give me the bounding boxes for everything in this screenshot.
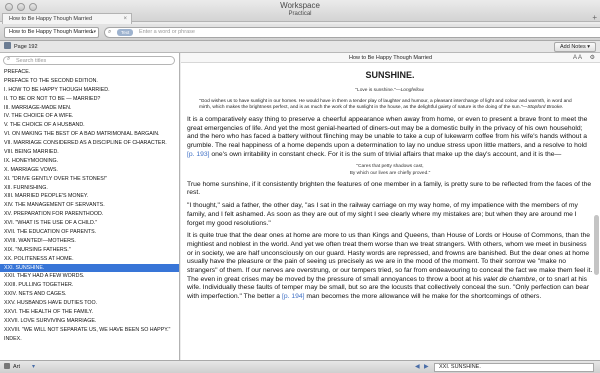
page-number: Page 192: [14, 44, 38, 50]
chapter-title: SUNSHINE.: [365, 70, 415, 80]
scrollbar-thumb[interactable]: [594, 215, 599, 275]
toc-item[interactable]: XIV. THE MANAGEMENT OF SERVANTS.: [0, 201, 179, 210]
toc-item[interactable]: XII. FURNISHING.: [0, 184, 179, 193]
paragraph-text: one's own irritability in constant check…: [211, 150, 562, 158]
search-placeholder: Enter a word or phrase: [139, 29, 195, 35]
toc-item[interactable]: I. HOW TO BE HAPPY THOUGH MARRIED.: [0, 86, 179, 95]
book-select[interactable]: How to Be Happy Though Married ▴▾: [4, 27, 99, 38]
toc-item[interactable]: VII. MARRIAGE CONSIDERED AS A DISCIPLINE…: [0, 139, 179, 148]
toc-item[interactable]: XV. PREPARATION FOR PARENTHOOD.: [0, 210, 179, 219]
reader-header: How to Be Happy Though Married A A ⚙: [181, 53, 600, 63]
toc-item[interactable]: XXV. HUSBANDS HAVE DUTIES TOO.: [0, 299, 179, 308]
verse-line: By which our lives are chiefly proved.": [349, 170, 431, 176]
epigraph-text: "Love is sunshine."—: [355, 88, 401, 93]
quote-text: "God wishes us to have sunlight in our h…: [199, 99, 572, 111]
toolbar: How to Be Happy Though Married ▴▾ ⌕ Text…: [0, 24, 600, 41]
page-icon: [4, 42, 11, 49]
chapter-text: SUNSHINE. "Love is sunshine."—Longfellow…: [187, 63, 593, 302]
toc-item[interactable]: XVI. "WHAT IS THE USE OF A CHILD.": [0, 219, 179, 228]
tab-close-icon[interactable]: ×: [123, 14, 127, 24]
page-link[interactable]: [p. 194]: [282, 293, 305, 300]
add-notes-button[interactable]: Add Notes ▾: [554, 42, 596, 52]
toc-item[interactable]: PREFACE.: [0, 68, 179, 77]
paragraph-1: It is a comparatively easy thing to pres…: [187, 116, 593, 160]
toc-item[interactable]: XXVI. THE HEALTH OF THE FAMILY.: [0, 308, 179, 317]
search-icon: ⌕: [7, 56, 11, 62]
toc-item[interactable]: XXVII. LOVE SURVIVING MARRIAGE.: [0, 317, 179, 326]
book-select-value: How to Be Happy Though Married: [9, 29, 93, 35]
toc-item[interactable]: III. MARRIAGE-MADE MEN.: [0, 104, 179, 113]
chevron-down-icon[interactable]: ▾: [32, 362, 35, 372]
add-tab-icon[interactable]: +: [592, 12, 597, 23]
toc-item[interactable]: VIII. BEING MARRIED.: [0, 148, 179, 157]
toc-item[interactable]: PREFACE TO THE SECOND EDITION.: [0, 77, 179, 86]
block-quote: "God wishes us to have sunlight in our h…: [199, 99, 581, 112]
toc-item[interactable]: XX. POLITENESS AT HOME.: [0, 255, 179, 264]
reader-pane: How to Be Happy Though Married A A ⚙ SUN…: [181, 53, 600, 360]
current-section-field[interactable]: XXI. SUNSHINE.: [434, 363, 594, 372]
next-section-button[interactable]: ▶: [424, 362, 429, 372]
font-size-button[interactable]: A A: [573, 53, 582, 63]
page-link[interactable]: [p. 193]: [187, 151, 210, 158]
search-input[interactable]: ⌕ Text Enter a word or phrase: [104, 27, 600, 38]
table-of-contents: PREFACE. PREFACE TO THE SECOND EDITION. I.…: [0, 68, 179, 344]
paragraph-2: True home sunshine, if it consistently b…: [187, 180, 592, 197]
previous-section-button[interactable]: ◀: [415, 362, 420, 372]
epigraph: "Love is sunshine."—Longfellow.: [187, 88, 593, 93]
italic-phrase: valet de chambre: [483, 275, 536, 283]
toc-item[interactable]: II. TO BE OR NOT TO BE — MARRIED?: [0, 95, 179, 104]
gear-icon[interactable]: ⚙: [590, 53, 595, 63]
toc-item[interactable]: X. MARRIAGE VOWS.: [0, 166, 179, 175]
title-search-placeholder: Search titles: [16, 58, 47, 64]
tab-label: How to Be Happy Though Married: [9, 16, 93, 22]
window-title: Workspace: [280, 1, 320, 10]
reader-book-title: How to Be Happy Though Married: [348, 55, 433, 61]
toc-item[interactable]: XXII. THEY HAD A FEW WORDS.: [0, 272, 179, 281]
paragraph-3: "I thought," said a father, the other da…: [187, 202, 578, 227]
chevron-updown-icon: ▴▾: [90, 29, 96, 35]
tab-bar: How to Be Happy Though Married × +: [0, 12, 600, 24]
paragraph-text: It is a comparatively easy thing to pres…: [187, 115, 588, 149]
toc-item[interactable]: XI. "DRIVE GENTLY OVER THE STONES!": [0, 175, 179, 184]
tab-book[interactable]: How to Be Happy Though Married ×: [2, 13, 132, 24]
toc-item[interactable]: XXI. SUNSHINE.: [0, 263, 179, 273]
toc-item[interactable]: XXVIII. "WE WILL NOT SEPARATE US, WE HAV…: [0, 326, 179, 335]
art-label: Art: [13, 364, 21, 370]
sidebar: ⌕ Search titles PREFACE. PREFACE TO THE S…: [0, 53, 180, 360]
search-scope-token[interactable]: Text: [117, 29, 134, 36]
epigraph-author: Longfellow.: [400, 88, 425, 93]
toc-item[interactable]: V. THE CHOICE OF A HUSBAND.: [0, 121, 179, 130]
workspace-window: Workspace Practical How to Be Happy Thou…: [0, 0, 600, 373]
toc-item[interactable]: XIII. MARRIED PEOPLE'S MONEY.: [0, 192, 179, 201]
toc-item[interactable]: IX. HONEYMOONING.: [0, 157, 179, 166]
title-search-field[interactable]: ⌕ Search titles: [3, 56, 175, 65]
art-button[interactable]: Art: [4, 362, 20, 372]
art-icon: [4, 363, 10, 369]
toc-item[interactable]: IV. THE CHOICE OF A WIFE.: [0, 112, 179, 121]
toc-item[interactable]: XXIII. PULLING TOGETHER.: [0, 281, 179, 290]
quote-author: Stopford Brooke.: [527, 105, 564, 111]
paragraph-text: man becomes the more allowance will he m…: [306, 293, 542, 301]
toc-item[interactable]: XXIV. NETS AND CAGES.: [0, 290, 179, 299]
paragraph-4: It is quite true that the dear ones at h…: [187, 232, 593, 302]
search-icon: ⌕: [108, 29, 112, 35]
page-indicator: Page 192: [4, 42, 38, 52]
toc-item[interactable]: XVIII. WANTED!—MOTHERS.: [0, 237, 179, 246]
page-bar: Page 192 Add Notes ▾: [0, 41, 600, 53]
toc-item[interactable]: XIX. "NURSING FATHERS.": [0, 246, 179, 255]
scrollbar[interactable]: [594, 65, 599, 358]
verse: "Cares that petty shadows cast, By which…: [187, 164, 593, 176]
toc-item[interactable]: VI. ON MAKING THE BEST OF A BAD MATRIMON…: [0, 130, 179, 139]
toc-item[interactable]: XVII. THE EDUCATION OF PARENTS.: [0, 228, 179, 237]
toc-item[interactable]: INDEX.: [0, 335, 179, 344]
bottom-bar: Art ▾ ◀ ▶ XXI. SUNSHINE.: [0, 360, 600, 373]
